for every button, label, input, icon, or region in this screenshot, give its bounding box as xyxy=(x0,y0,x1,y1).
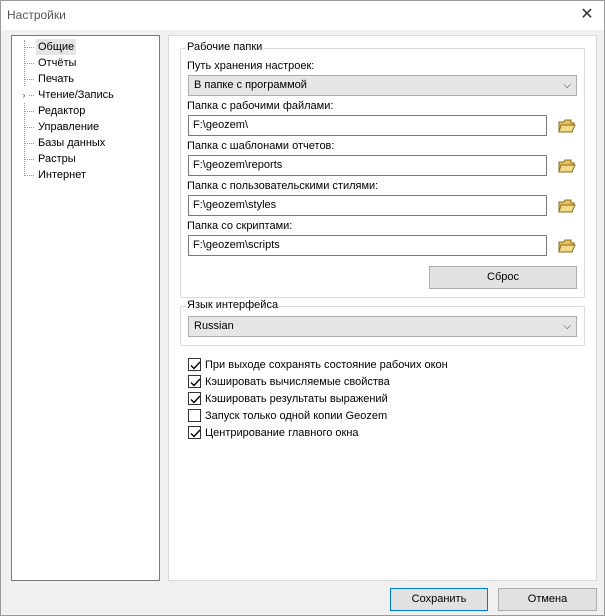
chevron-down-icon: ⌵ xyxy=(563,321,571,332)
cancel-button[interactable]: Отмена xyxy=(498,588,597,611)
folder-open-icon xyxy=(558,159,576,173)
tree-item-label: Базы данных xyxy=(38,137,106,149)
work-folders-title: Рабочие папки xyxy=(186,41,264,53)
styles-label: Папка с пользовательскими стилями: xyxy=(187,180,379,192)
templates-field[interactable]: F:\geozem\reports xyxy=(188,155,547,176)
settings-path-value: В папке с программой xyxy=(194,79,307,91)
checkbox-box[interactable] xyxy=(188,409,201,422)
settings-category-tree: Общие Отчёты Печать › Чтение/Запись Реда… xyxy=(11,35,160,581)
tree-item-label: Редактор xyxy=(38,105,86,117)
tree-item-internet[interactable]: Интернет xyxy=(12,167,152,183)
checkbox-box[interactable] xyxy=(188,426,201,439)
tree-item-management[interactable]: Управление xyxy=(12,119,152,135)
tree-item-label: Растры xyxy=(38,153,76,165)
tree-item-general[interactable]: Общие xyxy=(12,39,152,55)
browse-styles-button[interactable] xyxy=(557,197,577,215)
tree-connector xyxy=(24,127,34,128)
templates-value: F:\geozem\reports xyxy=(193,159,283,171)
scripts-value: F:\geozem\scripts xyxy=(193,239,280,251)
tree-connector xyxy=(24,47,34,48)
checkbox-box[interactable] xyxy=(188,392,201,405)
settings-content-panel: Рабочие папки Путь хранения настроек: В … xyxy=(168,35,597,581)
tree-item-rasters[interactable]: Растры xyxy=(12,151,152,167)
styles-field[interactable]: F:\geozem\styles xyxy=(188,195,547,216)
tree-item-label: Общие xyxy=(36,39,77,55)
tree-item-label: Печать xyxy=(38,73,75,85)
language-value: Russian xyxy=(194,320,234,332)
work-files-value: F:\geozem\ xyxy=(193,119,249,131)
tree-item-reports[interactable]: Отчёты xyxy=(12,55,152,71)
styles-value: F:\geozem\styles xyxy=(193,199,277,211)
settings-path-label: Путь хранения настроек: xyxy=(187,60,315,72)
checkmark-icon xyxy=(190,395,201,404)
checkbox-label: Кэшировать результаты выражений xyxy=(205,393,388,405)
folder-open-icon xyxy=(558,239,576,253)
tree-item-databases[interactable]: Базы данных xyxy=(12,135,152,151)
tree-connector xyxy=(24,111,34,112)
checkbox-label: Запуск только одной копии Geozem xyxy=(205,410,388,422)
language-group: Язык интерфейса Russian ⌵ xyxy=(180,299,585,346)
save-button[interactable]: Сохранить xyxy=(390,588,488,611)
tree-connector xyxy=(24,143,34,144)
tree-item-read-write[interactable]: › Чтение/Запись xyxy=(12,87,152,103)
close-icon[interactable]: ✕ xyxy=(576,5,598,25)
tree-item-label: Управление xyxy=(38,121,100,133)
chevron-down-icon: ⌵ xyxy=(563,80,571,91)
checkbox-box[interactable] xyxy=(188,375,201,388)
chevron-right-icon[interactable]: › xyxy=(19,87,29,103)
window-title: Настройки xyxy=(7,8,66,22)
work-folders-group: Рабочие папки Путь хранения настроек: В … xyxy=(180,41,585,298)
settings-path-select[interactable]: В папке с программой ⌵ xyxy=(188,75,577,96)
tree-connector xyxy=(24,79,34,80)
tree-connector xyxy=(24,175,34,176)
tree-item-editor[interactable]: Редактор xyxy=(12,103,152,119)
folder-open-icon xyxy=(558,199,576,213)
scripts-label: Папка со скриптами: xyxy=(187,220,293,232)
checkmark-icon xyxy=(190,429,201,438)
checkbox-box[interactable] xyxy=(188,358,201,371)
title-bar: Настройки ✕ xyxy=(1,1,604,30)
tree-item-label: Чтение/Запись xyxy=(38,89,114,101)
checkbox-label: Кэшировать вычисляемые свойства xyxy=(205,376,390,388)
checkbox-label: Центрирование главного окна xyxy=(205,427,359,439)
reset-button[interactable]: Сброс xyxy=(429,266,577,289)
templates-label: Папка с шаблонами отчетов: xyxy=(187,140,335,152)
browse-templates-button[interactable] xyxy=(557,157,577,175)
browse-scripts-button[interactable] xyxy=(557,237,577,255)
folder-open-icon xyxy=(558,119,576,133)
browse-work-files-button[interactable] xyxy=(557,117,577,135)
tree-item-label: Интернет xyxy=(38,169,86,181)
settings-dialog: Настройки ✕ Общие Отчёты Печать › Чтение… xyxy=(0,0,605,616)
work-files-label: Папка с рабочими файлами: xyxy=(187,100,334,112)
checkmark-icon xyxy=(190,361,201,370)
tree-connector xyxy=(24,159,34,160)
checkbox-label: При выходе сохранять состояние рабочих о… xyxy=(205,359,448,371)
tree-item-label: Отчёты xyxy=(38,57,77,69)
tree-connector xyxy=(24,63,34,64)
language-select[interactable]: Russian ⌵ xyxy=(188,316,577,337)
language-title: Язык интерфейса xyxy=(186,299,280,311)
scripts-field[interactable]: F:\geozem\scripts xyxy=(188,235,547,256)
work-files-field[interactable]: F:\geozem\ xyxy=(188,115,547,136)
tree-item-print[interactable]: Печать xyxy=(12,71,152,87)
checkmark-icon xyxy=(190,378,201,387)
